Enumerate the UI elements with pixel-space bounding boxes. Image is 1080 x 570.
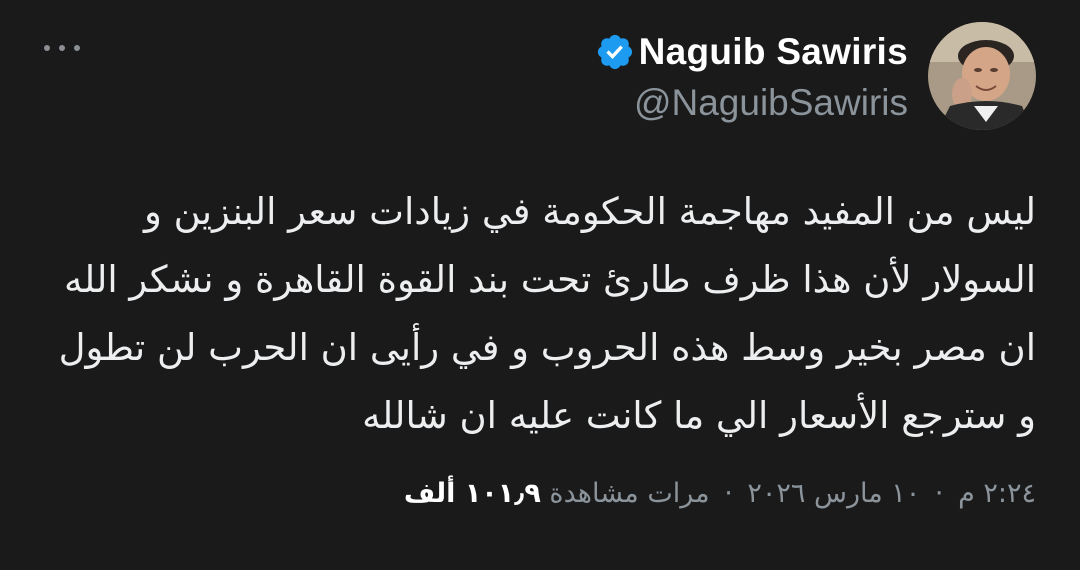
author-handle[interactable]: @NaguibSawiris: [589, 82, 908, 124]
tweet-text: ليس من المفيد مهاجمة الحكومة في زيادات س…: [58, 190, 1036, 437]
more-dot: [59, 45, 65, 51]
tweet-date[interactable]: ١٠ مارس ٢٠٢٦: [747, 478, 920, 509]
name-row: Naguib Sawiris: [589, 26, 908, 78]
views-count[interactable]: ١٠١٫٩ ألف: [404, 478, 541, 509]
meta-separator: ·: [934, 478, 944, 509]
author-display-name[interactable]: Naguib Sawiris: [639, 31, 908, 73]
author-header: Naguib Sawiris @NaguibSawiris: [589, 26, 908, 124]
tweet-meta: ٢:٢٤ م · ١٠ مارس ٢٠٢٦ · مرات مشاهدة ١٠١٫…: [404, 478, 1036, 509]
verified-badge-icon: [597, 34, 632, 70]
more-dot: [74, 45, 80, 51]
more-dot: [44, 45, 50, 51]
views-label: مرات مشاهدة: [549, 478, 710, 509]
avatar[interactable]: [928, 22, 1036, 130]
author-photo: [928, 22, 1036, 130]
tweet-time[interactable]: ٢:٢٤ م: [958, 478, 1036, 509]
meta-separator: ·: [724, 478, 733, 509]
more-options-button[interactable]: [44, 34, 80, 62]
